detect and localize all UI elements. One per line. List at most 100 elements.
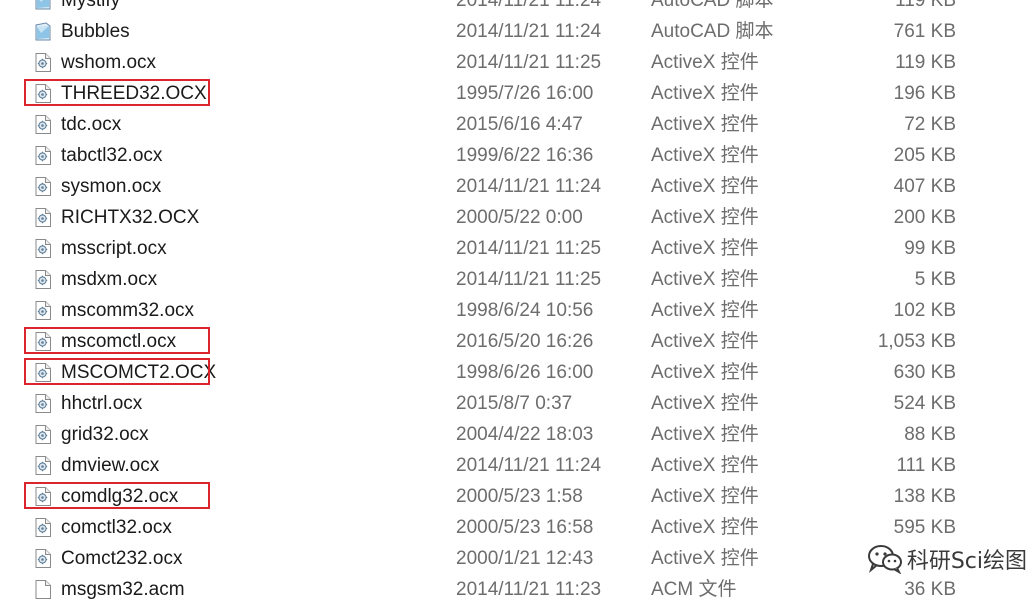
file-modified-date: 2014/11/21 11:24	[456, 0, 602, 11]
file-modified-date: 2014/11/21 11:24	[456, 176, 602, 197]
file-modified-date: 2014/11/21 11:24	[456, 455, 602, 476]
file-type: ActiveX 控件	[651, 486, 759, 507]
file-row-comdlg32-ocx[interactable]: comdlg32.ocx 2000/5/23 1:58 ActiveX 控件 1…	[0, 481, 1035, 512]
file-size: 595 KB	[893, 517, 956, 538]
file-type: ActiveX 控件	[651, 331, 759, 352]
file-name: tdc.ocx	[61, 114, 122, 135]
file-row-richtx32-ocx[interactable]: RICHTX32.OCX 2000/5/22 0:00 ActiveX 控件 2…	[0, 202, 1035, 233]
file-row-threed32-ocx[interactable]: THREED32.OCX 1995/7/26 16:00 ActiveX 控件 …	[0, 78, 1035, 109]
watermark: 科研Sci绘图	[867, 542, 1027, 576]
wechat-logo-icon	[867, 545, 902, 574]
file-row-msscript-ocx[interactable]: msscript.ocx 2014/11/21 11:25 ActiveX 控件…	[0, 233, 1035, 264]
file-row-mscomm32-ocx[interactable]: mscomm32.ocx 1998/6/24 10:56 ActiveX 控件 …	[0, 295, 1035, 326]
file-type: ActiveX 控件	[651, 362, 759, 383]
file-modified-date: 2000/5/23 1:58	[456, 486, 583, 507]
file-type: ActiveX 控件	[651, 145, 759, 166]
file-row-wshom-ocx[interactable]: wshom.ocx 2014/11/21 11:25 ActiveX 控件 11…	[0, 47, 1035, 78]
file-name: Mystify	[61, 0, 121, 11]
file-list: Mystify 2014/11/21 11:24 AutoCAD 脚本 119 …	[0, 0, 1035, 605]
file-type: ActiveX 控件	[651, 83, 759, 104]
file-modified-date: 2000/5/23 16:58	[456, 517, 594, 538]
file-row-bubbles[interactable]: Bubbles 2014/11/21 11:24 AutoCAD 脚本 761 …	[0, 16, 1035, 47]
file-size: 407 KB	[893, 176, 956, 197]
file-name: wshom.ocx	[61, 52, 157, 73]
file-size: 99 KB	[904, 238, 956, 259]
generic-file-icon	[35, 580, 51, 599]
file-row-comctl32-ocx[interactable]: comctl32.ocx 2000/5/23 16:58 ActiveX 控件 …	[0, 512, 1035, 543]
activex-file-icon	[35, 518, 51, 537]
file-modified-date: 2015/8/7 0:37	[456, 393, 573, 414]
file-name: RICHTX32.OCX	[61, 207, 200, 228]
file-type: ActiveX 控件	[651, 300, 759, 321]
file-type: ActiveX 控件	[651, 517, 759, 538]
file-name: Bubbles	[61, 21, 130, 42]
file-size: 72 KB	[904, 114, 956, 135]
file-modified-date: 2000/5/22 0:00	[456, 207, 583, 228]
activex-file-icon	[35, 549, 51, 568]
file-modified-date: 1995/7/26 16:00	[456, 83, 594, 104]
file-modified-date: 1999/6/22 16:36	[456, 145, 594, 166]
file-type: ActiveX 控件	[651, 207, 759, 228]
highlight-box	[24, 79, 210, 106]
activex-file-icon	[35, 425, 51, 444]
file-name: msscript.ocx	[61, 238, 167, 259]
file-modified-date: 1998/6/24 10:56	[456, 300, 594, 321]
highlight-box	[24, 358, 210, 385]
file-row-hhctrl-ocx[interactable]: hhctrl.ocx 2015/8/7 0:37 ActiveX 控件 524 …	[0, 388, 1035, 419]
file-row-mscomct2-ocx[interactable]: MSCOMCT2.OCX 1998/6/26 16:00 ActiveX 控件 …	[0, 357, 1035, 388]
file-name: msgsm32.acm	[61, 579, 185, 600]
highlight-box	[24, 482, 210, 509]
file-modified-date: 2014/11/21 11:25	[456, 269, 602, 290]
file-modified-date: 2014/11/21 11:23	[456, 579, 602, 600]
file-size: 36 KB	[904, 579, 956, 600]
file-type: ActiveX 控件	[651, 424, 759, 445]
file-type: ACM 文件	[651, 579, 737, 600]
file-row-mystify[interactable]: Mystify 2014/11/21 11:24 AutoCAD 脚本 119 …	[0, 0, 1035, 16]
file-name: dmview.ocx	[61, 455, 160, 476]
file-type: ActiveX 控件	[651, 393, 759, 414]
file-size: 761 KB	[893, 21, 956, 42]
file-size: 196 KB	[893, 83, 956, 104]
file-name: comctl32.ocx	[61, 517, 172, 538]
script-icon	[35, 22, 51, 41]
file-modified-date: 2014/11/21 11:25	[456, 238, 602, 259]
file-row-msdxm-ocx[interactable]: msdxm.ocx 2014/11/21 11:25 ActiveX 控件 5 …	[0, 264, 1035, 295]
activex-file-icon	[35, 270, 51, 289]
activex-file-icon	[35, 146, 51, 165]
file-size: 200 KB	[893, 207, 956, 228]
activex-file-icon	[35, 208, 51, 227]
activex-file-icon	[35, 239, 51, 258]
file-size: 138 KB	[893, 486, 956, 507]
file-row-tdc-ocx[interactable]: tdc.ocx 2015/6/16 4:47 ActiveX 控件 72 KB	[0, 109, 1035, 140]
file-size: 1,053 KB	[877, 331, 956, 352]
activex-file-icon	[35, 456, 51, 475]
file-size: 5 KB	[914, 269, 956, 290]
activex-file-icon	[35, 53, 51, 72]
file-name: hhctrl.ocx	[61, 393, 143, 414]
file-name: msdxm.ocx	[61, 269, 158, 290]
file-name: tabctl32.ocx	[61, 145, 163, 166]
file-type: ActiveX 控件	[651, 238, 759, 259]
file-name: sysmon.ocx	[61, 176, 162, 197]
file-name: grid32.ocx	[61, 424, 149, 445]
file-type: ActiveX 控件	[651, 176, 759, 197]
file-size: 111 KB	[896, 455, 956, 476]
file-modified-date: 2015/6/16 4:47	[456, 114, 583, 135]
file-row-mscomctl-ocx[interactable]: mscomctl.ocx 2016/5/20 16:26 ActiveX 控件 …	[0, 326, 1035, 357]
file-size: 88 KB	[904, 424, 956, 445]
script-icon	[35, 0, 51, 10]
file-row-dmview-ocx[interactable]: dmview.ocx 2014/11/21 11:24 ActiveX 控件 1…	[0, 450, 1035, 481]
file-size: 119 KB	[895, 0, 956, 11]
file-type: ActiveX 控件	[651, 455, 759, 476]
file-name: Comct232.ocx	[61, 548, 183, 569]
file-row-tabctl32-ocx[interactable]: tabctl32.ocx 1999/6/22 16:36 ActiveX 控件 …	[0, 140, 1035, 171]
file-type: AutoCAD 脚本	[651, 21, 774, 42]
activex-file-icon	[35, 177, 51, 196]
highlight-box	[24, 327, 210, 354]
file-row-grid32-ocx[interactable]: grid32.ocx 2004/4/22 18:03 ActiveX 控件 88…	[0, 419, 1035, 450]
file-type: AutoCAD 脚本	[651, 0, 774, 11]
file-size: 524 KB	[893, 393, 956, 414]
file-row-msgsm32-acm[interactable]: msgsm32.acm 2014/11/21 11:23 ACM 文件 36 K…	[0, 574, 1035, 605]
file-size: 119 KB	[895, 52, 956, 73]
file-row-sysmon-ocx[interactable]: sysmon.ocx 2014/11/21 11:24 ActiveX 控件 4…	[0, 171, 1035, 202]
